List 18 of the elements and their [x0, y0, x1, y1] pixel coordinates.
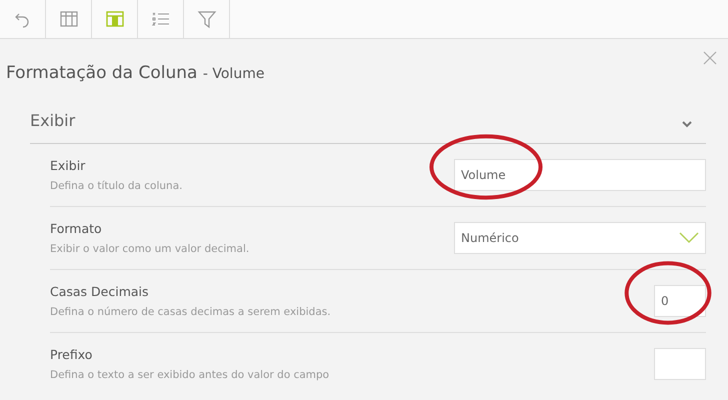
chevron-icon	[679, 232, 699, 244]
close-button[interactable]	[702, 50, 718, 66]
field-label: Formato	[50, 221, 103, 236]
field-label: Prefixo	[50, 347, 94, 362]
section-title: Exibir	[30, 110, 76, 130]
panel-title: Formatação da Coluna - Volume	[6, 63, 266, 83]
dropdown[interactable]: Numérico	[454, 222, 706, 254]
close-icon	[702, 50, 718, 66]
chevron-icon	[682, 120, 692, 128]
field-label: Casas Decimais	[50, 284, 150, 299]
field-description: Defina o título da coluna.	[50, 180, 182, 192]
field-label: Exibir	[50, 158, 86, 173]
field-description: Defina o número de casas decimas a serem exibidas.	[50, 306, 331, 318]
field-description: Defina o texto a ser exibido antes do valor do campo	[50, 369, 330, 381]
field-description: Exibir o valor como um valor decimal.	[50, 243, 250, 255]
input-field[interactable]: Volume	[454, 159, 706, 191]
input-field[interactable]: 0	[654, 285, 706, 317]
input-field[interactable]	[654, 348, 706, 380]
